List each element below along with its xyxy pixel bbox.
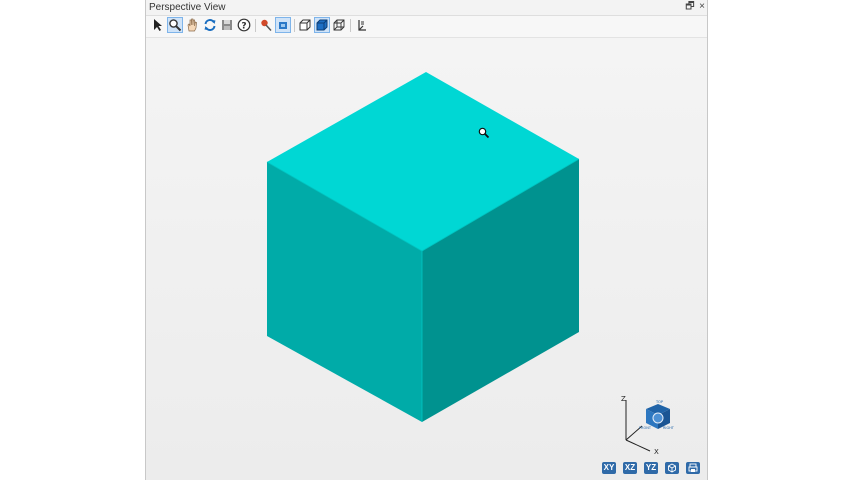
pick-tool-button[interactable] <box>258 17 274 33</box>
svg-text:?: ? <box>241 21 246 31</box>
solid-view-tool-button[interactable] <box>314 17 330 33</box>
hand-icon <box>187 18 197 32</box>
face-front-label: FRONT <box>639 426 652 430</box>
yz-view-button[interactable]: YZ <box>644 462 658 474</box>
axes-tool-button[interactable] <box>353 17 369 33</box>
toolbar-separator <box>294 19 295 32</box>
face-top-label: TOP <box>655 400 663 404</box>
view-toolbar: ? <box>146 16 707 38</box>
zoom-tool-button[interactable] <box>167 17 183 33</box>
zoom-cursor-icon <box>478 127 490 139</box>
axes-icon <box>358 20 366 31</box>
help-tool-button[interactable]: ? <box>236 17 252 33</box>
face-right-label: RIGHT <box>663 426 675 430</box>
toolbar-separator <box>255 19 256 32</box>
perspective-view-window: Perspective View 🗗 × ? Z X TOP FRONT RIG… <box>145 0 708 480</box>
pin-icon <box>261 19 272 32</box>
select-tool-button[interactable] <box>150 17 166 33</box>
restore-button[interactable]: 🗗 <box>684 1 696 13</box>
close-button[interactable]: × <box>696 1 708 13</box>
rotate-tool-button[interactable] <box>202 17 218 33</box>
toolbar-separator <box>350 19 351 32</box>
3d-viewport[interactable]: Z X TOP FRONT RIGHT XY XZ YZ <box>146 38 707 480</box>
xz-view-button[interactable]: XZ <box>623 462 637 474</box>
axis-z-label: Z <box>621 395 626 403</box>
window-titlebar[interactable]: Perspective View 🗗 × <box>146 0 707 16</box>
save-tool-button[interactable] <box>219 17 235 33</box>
window-title: Perspective View <box>149 2 226 13</box>
wireframe-view-tool-button[interactable] <box>331 17 347 33</box>
shaded-view-tool-button[interactable] <box>297 17 313 33</box>
xy-view-button[interactable]: XY <box>602 462 616 474</box>
axis-x-label: X <box>654 448 659 455</box>
display-mode-tool-button[interactable] <box>275 17 291 33</box>
arrow-pointer-icon <box>154 19 162 31</box>
solid-cube-icon <box>316 19 328 31</box>
pan-tool-button[interactable] <box>184 17 200 33</box>
orientation-triad[interactable]: Z X TOP FRONT RIGHT <box>616 393 676 455</box>
print-icon <box>688 463 698 472</box>
disk-icon <box>222 20 232 30</box>
cube-icon <box>668 463 676 473</box>
wire-cube-icon <box>299 19 311 31</box>
layer-icon <box>279 22 287 29</box>
help-icon: ? <box>237 18 251 32</box>
magnifier-icon <box>169 19 182 32</box>
print-view-button[interactable] <box>686 462 700 474</box>
refresh-icon <box>204 19 216 31</box>
iso-view-button[interactable] <box>665 462 679 474</box>
wireframe-cube-icon <box>333 19 345 31</box>
